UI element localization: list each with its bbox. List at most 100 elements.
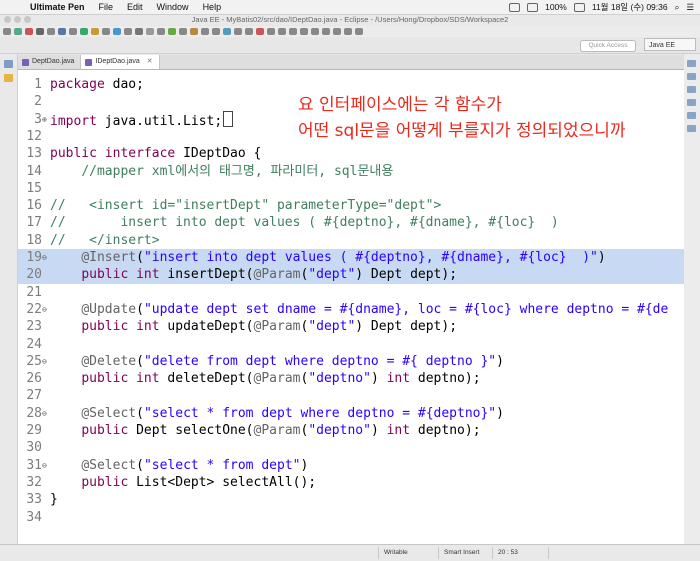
date-time[interactable]: 11월 18일 (수) 09:36 — [592, 1, 668, 13]
tab-ideptdao-java[interactable]: IDeptDao.java ✕ — [81, 55, 160, 69]
code-line[interactable]: 22 ⊖ @Update("update dept set dname = #{d… — [18, 301, 684, 319]
restore-view-icon[interactable] — [4, 60, 13, 68]
battery-percent[interactable]: 100% — [545, 2, 567, 12]
task-list-icon[interactable] — [687, 73, 696, 80]
code-line[interactable]: 13 public interface IDeptDao { — [18, 145, 684, 163]
code-line[interactable]: 25 ⊖ @Delete("delete from dept where dept… — [18, 353, 684, 371]
toolbar-button-icon[interactable] — [212, 28, 220, 35]
console-view-icon[interactable] — [687, 86, 696, 93]
code-line[interactable]: 18 // </insert> — [18, 232, 684, 250]
toolbar-button-icon[interactable] — [234, 28, 242, 35]
toolbar-button-icon[interactable] — [190, 28, 198, 35]
toolbar-button-icon[interactable] — [201, 28, 209, 35]
fold-toggle-icon[interactable]: ⊕ — [42, 111, 50, 129]
code-text: public Dept selectOne(@Param("deptno") i… — [81, 423, 481, 438]
toolbar-button-icon[interactable] — [179, 28, 187, 35]
fold-toggle-icon[interactable]: ⊖ — [42, 457, 50, 475]
code-line[interactable]: 14 //mapper xml에서의 태그명, 파라미터, sql문내용 — [18, 163, 684, 181]
battery-icon[interactable] — [573, 2, 585, 12]
menu-help[interactable]: Help — [203, 2, 222, 12]
toolbar-button-icon[interactable] — [25, 28, 33, 35]
code-line[interactable]: 23 public int updateDept(@Param("dept") … — [18, 318, 684, 336]
toolbar-button-icon[interactable] — [80, 28, 88, 35]
menu-list-icon[interactable]: ☰ — [686, 2, 694, 13]
toolbar-button-icon[interactable] — [278, 28, 286, 35]
fold-toggle-icon[interactable]: ⊖ — [42, 301, 50, 319]
note-line-2: 어떤 sql문을 어떻게 부를지가 정의되었으니까 — [298, 121, 626, 141]
line-number: 21 — [26, 284, 42, 300]
toolbar-button-icon[interactable] — [322, 28, 330, 35]
search-icon[interactable]: ⌕ — [675, 2, 680, 13]
line-number: 13 — [26, 146, 42, 162]
toolbar-button-icon[interactable] — [36, 28, 44, 35]
code-line[interactable]: 16 // <insert id="insertDept" parameterTy… — [18, 197, 684, 215]
outline-view-icon[interactable] — [687, 60, 696, 67]
toolbar-button-icon[interactable] — [58, 28, 66, 35]
toolbar-button-icon[interactable] — [14, 28, 22, 35]
code-line[interactable]: 31 ⊖ @Select("select * from dept") — [18, 457, 684, 475]
code-line[interactable]: 33} — [18, 491, 684, 509]
toolbar-button-icon[interactable] — [223, 28, 231, 35]
close-tab-icon[interactable]: ✕ — [147, 58, 153, 65]
properties-view-icon[interactable] — [687, 125, 696, 132]
code-line[interactable]: 19 ⊖ @Insert("insert into dept values ( #… — [18, 249, 684, 267]
toolbar-button-icon[interactable] — [344, 28, 352, 35]
app-name-menu[interactable]: Ultimate Pen — [30, 2, 85, 12]
servers-view-icon[interactable] — [687, 99, 696, 106]
toolbar-button-icon[interactable] — [157, 28, 165, 35]
toolbar-button-icon[interactable] — [355, 28, 363, 35]
menu-window[interactable]: Window — [157, 2, 189, 12]
code-line[interactable]: 27 — [18, 387, 684, 405]
toolbar-button-icon[interactable] — [300, 28, 308, 35]
toolbar-button-icon[interactable] — [135, 28, 143, 35]
java-interface-icon — [85, 59, 93, 66]
status-insert-mode[interactable]: Smart Insert — [444, 549, 479, 556]
code-line[interactable]: 32 public List<Dept> selectAll(); — [18, 474, 684, 492]
minimize-window-icon[interactable] — [14, 16, 21, 23]
fold-toggle-icon[interactable]: ⊖ — [42, 249, 50, 267]
toolbar-button-icon[interactable] — [91, 28, 99, 35]
code-line[interactable]: 34 — [18, 509, 684, 527]
toolbar-button-icon[interactable] — [47, 28, 55, 35]
volume-icon[interactable] — [527, 2, 539, 12]
quick-access-input[interactable]: Quick Access — [580, 40, 636, 52]
menu-file[interactable]: File — [99, 2, 114, 12]
code-line[interactable]: 24 — [18, 336, 684, 354]
toolbar-button-icon[interactable] — [256, 28, 264, 35]
perspective-java-ee-button[interactable]: Java EE — [644, 38, 696, 51]
code-line[interactable]: 28 ⊖ @Select("select * from dept where de… — [18, 405, 684, 423]
note-line-1: 요 인터페이스에는 각 함수가 — [298, 95, 502, 115]
toolbar-button-icon[interactable] — [146, 28, 154, 35]
code-line[interactable]: 26 public int deleteDept(@Param("deptno"… — [18, 370, 684, 388]
code-line[interactable]: 21 — [18, 284, 684, 302]
code-text: public interface IDeptDao { — [50, 146, 262, 162]
code-editor[interactable]: 34 33} 32 public List<Dept> selectAll(); 31… — [18, 70, 684, 544]
toolbar-button-icon[interactable] — [69, 28, 77, 35]
problems-view-icon[interactable] — [687, 112, 696, 119]
code-line[interactable]: 17 // insert into dept values ( #{deptno}… — [18, 214, 684, 232]
code-line[interactable]: 20 public int insertDept(@Param("dept") … — [18, 266, 684, 285]
toolbar-button-icon[interactable] — [3, 28, 11, 35]
line-number: 14 — [26, 163, 42, 179]
toolbar-button-icon[interactable] — [168, 28, 176, 35]
package-explorer-icon[interactable] — [4, 74, 13, 82]
fold-toggle-icon[interactable]: ⊖ — [42, 405, 50, 423]
toolbar-button-icon[interactable] — [267, 28, 275, 35]
toolbar-button-icon[interactable] — [333, 28, 341, 35]
fold-toggle-icon[interactable]: ⊖ — [42, 353, 50, 371]
toolbar-button-icon[interactable] — [113, 28, 121, 35]
toolbar-button-icon[interactable] — [245, 28, 253, 35]
toolbar-button-icon[interactable] — [102, 28, 110, 35]
menu-edit[interactable]: Edit — [127, 2, 143, 12]
toolbar-button-icon[interactable] — [124, 28, 132, 35]
zoom-window-icon[interactable] — [24, 16, 31, 23]
code-line[interactable]: 29 public Dept selectOne(@Param("deptno"… — [18, 422, 684, 440]
toolbar-button-icon[interactable] — [311, 28, 319, 35]
wifi-icon[interactable] — [509, 2, 521, 12]
close-window-icon[interactable] — [4, 16, 11, 23]
code-text: public int updateDept(@Param("dept") Dep… — [81, 319, 458, 335]
tab-deptdao-java[interactable]: DeptDao.java — [18, 55, 82, 69]
code-line[interactable]: 15 — [18, 180, 684, 198]
code-line[interactable]: 30 — [18, 439, 684, 457]
toolbar-button-icon[interactable] — [289, 28, 297, 35]
